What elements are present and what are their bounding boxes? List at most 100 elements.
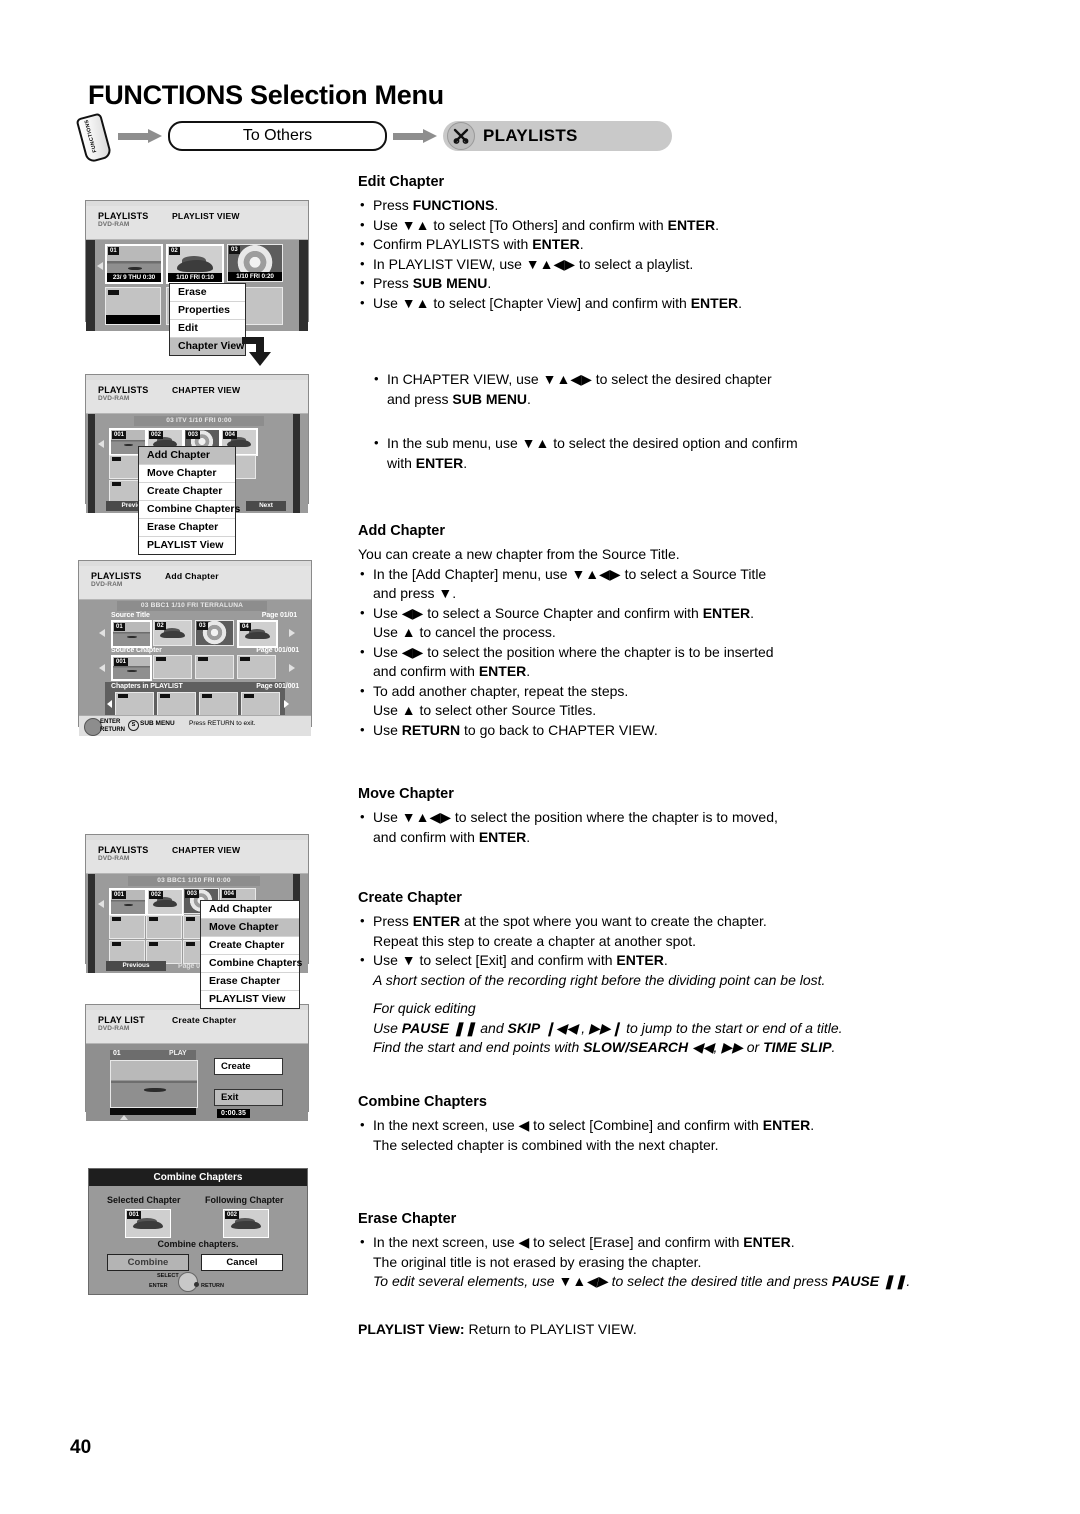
list-item[interactable]: 01 23/ 9 THU 0:30 (105, 244, 163, 284)
osd-body: 01 23/ 9 THU 0:30 02 1/10 FRI 0:10 03 1/… (86, 240, 308, 356)
list-item[interactable]: 001 (109, 888, 147, 916)
menu-item-erase[interactable]: Erase (170, 284, 245, 302)
footer-return-label: RETURN (100, 727, 125, 733)
menu-item-create-chapter[interactable]: Create Chapter (139, 483, 235, 501)
list-item: Use ▼▲ to select [Chapter View] and conf… (358, 293, 918, 314)
menu-item-playlist-view[interactable]: PLAYLIST View (201, 991, 299, 1008)
list-item[interactable]: 02 (153, 620, 192, 646)
osd-body: 03 BBC1 1/10 FRI TERRALUNA Source Title … (79, 600, 311, 736)
create-button[interactable]: Create (214, 1058, 283, 1075)
menu-item-properties[interactable]: Properties (170, 302, 245, 320)
list-item[interactable]: 01 (111, 620, 152, 648)
list-item[interactable]: 04 (237, 620, 278, 648)
osd-disc-type: DVD-RAM (98, 221, 130, 228)
menu-item-edit[interactable]: Edit (170, 320, 245, 338)
next-button[interactable]: Next (246, 501, 286, 511)
screenshot-chapter-view-2: PLAYLISTS DVD-RAM CHAPTER VIEW 03 BBC1 1… (85, 834, 309, 1009)
section-add-chapter: Add Chapter You can create a new chapter… (358, 523, 918, 740)
thumb-number: 004 (223, 431, 238, 439)
thumb-number: 03 (197, 622, 208, 630)
list-item[interactable] (237, 655, 276, 679)
nav-right-arrow-icon (284, 700, 289, 708)
thumb-number: 03 (229, 246, 240, 254)
progress-bar[interactable] (110, 1108, 196, 1115)
list-item[interactable] (146, 915, 182, 939)
thumb-number: 04 (240, 623, 251, 631)
list-item[interactable] (199, 692, 238, 716)
list-item[interactable] (241, 692, 280, 716)
manual-page: FUNCTIONS Selection Menu FUNCTIONS To Ot… (0, 0, 1080, 1514)
menu-item-add-chapter[interactable]: Add Chapter (139, 447, 235, 465)
list-item[interactable] (109, 915, 145, 939)
flow-down-arrow-icon (240, 334, 276, 373)
list-item[interactable]: 03 (195, 620, 234, 646)
bullet-list: Press ENTER at the spot where you want t… (358, 911, 928, 971)
program-info-band: 03 BBC1 1/10 FRI 0:00 (128, 876, 260, 886)
functions-remote-button-icon: FUNCTIONS (75, 112, 113, 164)
list-item[interactable]: 02 1/10 FRI 0:10 (166, 244, 224, 284)
osd-disc-type: DVD-RAM (91, 581, 123, 588)
list-item: Confirm PLAYLISTS with ENTER. (358, 234, 918, 255)
list-item[interactable]: 03 1/10 FRI 0:20 (227, 244, 283, 282)
list-item[interactable] (105, 287, 161, 325)
menu-item-chapter-view[interactable]: Chapter View (170, 338, 245, 355)
osd-body: 01 PLAY Create Exit 0:00.35 (86, 1044, 308, 1121)
list-item: Press SUB MENU. (358, 273, 918, 294)
screenshot-playlist-view: PLAYLISTS DVD-RAM PLAYLIST VIEW 01 23/ 9… (85, 200, 309, 356)
following-chapter-thumb: 002 (223, 1209, 269, 1238)
list-item[interactable] (115, 692, 154, 716)
osd-mode: Add Chapter (165, 571, 219, 581)
thumb-number: 02 (169, 247, 180, 255)
list-item: Use RETURN to go back to CHAPTER VIEW. (358, 720, 918, 741)
screenshot-create-chapter: PLAY LIST DVD-RAM Create Chapter 01 PLAY… (85, 1004, 309, 1121)
flow-step-playlists: PLAYLISTS (443, 121, 672, 151)
list-item[interactable] (157, 692, 196, 716)
osd-body: 03 BBC1 1/10 FRI 0:00 001 002 003 004 Pr… (86, 874, 308, 1009)
osd-disc-type: DVD-RAM (98, 395, 130, 402)
menu-item-combine-chapters[interactable]: Combine Chapters (201, 955, 302, 973)
page-number: 40 (70, 1437, 92, 1458)
menu-item-playlist-view[interactable]: PLAYLIST View (139, 537, 235, 554)
menu-item-move-chapter[interactable]: Move Chapter (139, 465, 235, 483)
menu-item-erase-chapter[interactable]: Erase Chapter (139, 519, 235, 537)
hint-enter-label: ENTER (149, 1283, 168, 1289)
thumb-number: 002 (149, 891, 164, 899)
combine-button[interactable]: Combine (107, 1254, 189, 1271)
nav-left-arrow-icon (98, 440, 104, 448)
erase-chapter-note: To edit several elements, use ▼▲◀▶ to se… (373, 1273, 911, 1289)
previous-button[interactable]: Previous (106, 961, 166, 971)
list-item: In the next screen, use ◀ to select [Com… (358, 1115, 918, 1155)
list-item[interactable] (195, 655, 234, 679)
menu-item-move-chapter[interactable]: Move Chapter (201, 919, 299, 937)
playlist-view-note: PLAYLIST View: Return to PLAYLIST VIEW. (358, 1321, 637, 1337)
bullet-list: Press FUNCTIONS. Use ▼▲ to select [To Ot… (358, 195, 918, 314)
exit-button[interactable]: Exit (214, 1089, 283, 1106)
screenshot-add-chapter: PLAYLISTS DVD-RAM Add Chapter 03 BBC1 1/… (78, 560, 312, 736)
list-item[interactable]: 001 (111, 655, 152, 681)
menu-item-erase-chapter[interactable]: Erase Chapter (201, 973, 299, 991)
scissors-icon (447, 122, 475, 150)
thumb-caption: 23/ 9 THU 0:30 (107, 273, 161, 282)
menu-item-combine-chapters[interactable]: Combine Chapters (139, 501, 240, 519)
hint-select-label: SELECT (157, 1273, 179, 1279)
menu-item-create-chapter[interactable]: Create Chapter (201, 937, 299, 955)
dialog-message: Combine chapters. (157, 1239, 239, 1249)
menu-item-add-chapter[interactable]: Add Chapter (201, 901, 299, 919)
bullet-list: Use ▼▲◀▶ to select the position where th… (358, 807, 918, 847)
section-heading: Erase Chapter (358, 1211, 457, 1227)
cancel-button[interactable]: Cancel (201, 1254, 283, 1271)
thumb-number: 001 (112, 891, 127, 899)
progress-marker-icon (120, 1115, 128, 1120)
list-item[interactable]: 002 (146, 888, 184, 916)
list-item: Press FUNCTIONS. (358, 195, 918, 216)
source-title-label: Source Title (111, 612, 150, 619)
osd-disc-type: DVD-RAM (98, 855, 130, 862)
osd-titlebar: PLAYLISTS DVD-RAM CHAPTER VIEW (86, 380, 308, 414)
hint-return-label: RETURN (201, 1283, 224, 1289)
list-item: Use ◀▶ to select a Source Chapter and co… (358, 603, 918, 643)
following-chapter-label: Following Chapter (205, 1195, 284, 1205)
section-move-chapter: Move Chapter Use ▼▲◀▶ to select the posi… (358, 786, 918, 847)
list-item[interactable] (153, 655, 192, 679)
program-info-band: 03 ITV 1/10 FRI 0:00 (134, 416, 264, 426)
thumb-number: 01 (108, 247, 119, 255)
